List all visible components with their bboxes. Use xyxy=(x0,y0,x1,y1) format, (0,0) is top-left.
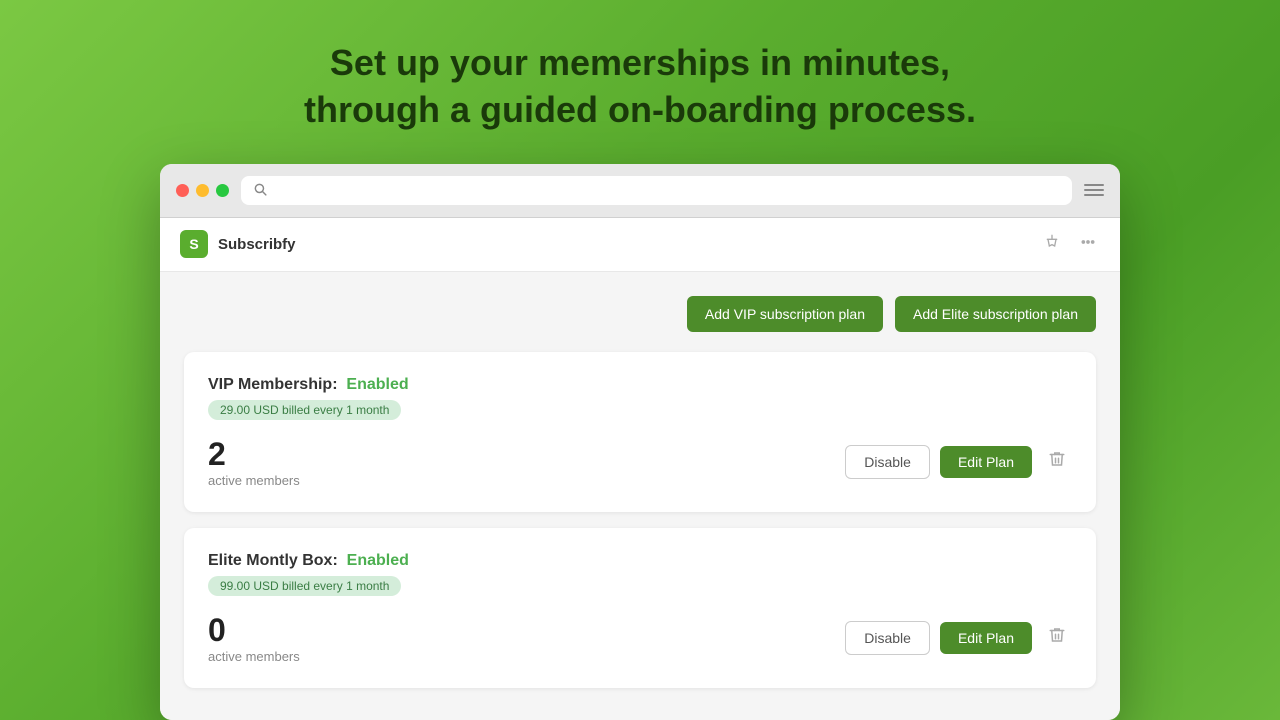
add-elite-button[interactable]: Add Elite subscription plan xyxy=(895,296,1096,332)
app-content: S Subscribfy xyxy=(160,218,1120,720)
elite-edit-button[interactable]: Edit Plan xyxy=(940,622,1032,654)
vip-plan-actions: Disable Edit Plan xyxy=(845,445,1072,479)
elite-plan-header: Elite Montly Box: Enabled 99.00 USD bill… xyxy=(208,552,1072,596)
browser-address-bar[interactable] xyxy=(241,176,1072,205)
action-buttons-bar: Add VIP subscription plan Add Elite subs… xyxy=(184,296,1096,332)
vip-plan-title: VIP Membership: Enabled xyxy=(208,376,1072,394)
elite-plan-badge: 99.00 USD billed every 1 month xyxy=(208,576,401,596)
app-header-actions xyxy=(1040,230,1100,259)
close-dot[interactable] xyxy=(176,184,189,197)
elite-member-label: active members xyxy=(208,649,300,664)
vip-member-count: 2 xyxy=(208,436,300,473)
elite-member-count: 0 xyxy=(208,612,300,649)
vip-member-label: active members xyxy=(208,473,300,488)
elite-plan-card: Elite Montly Box: Enabled 99.00 USD bill… xyxy=(184,528,1096,688)
elite-plan-actions: Disable Edit Plan xyxy=(845,621,1072,655)
elite-plan-status: Enabled xyxy=(347,552,409,569)
brand-icon: S xyxy=(180,230,208,258)
elite-plan-body: 0 active members Disable Edit Plan xyxy=(208,612,1072,664)
vip-plan-body: 2 active members Disable Edit Plan xyxy=(208,436,1072,488)
vip-edit-button[interactable]: Edit Plan xyxy=(940,446,1032,478)
vip-plan-status: Enabled xyxy=(346,376,408,393)
more-options-button[interactable] xyxy=(1076,230,1100,259)
elite-plan-title: Elite Montly Box: Enabled xyxy=(208,552,1072,570)
hero-line2: through a guided on-boarding process. xyxy=(304,89,976,130)
vip-plan-card: VIP Membership: Enabled 29.00 USD billed… xyxy=(184,352,1096,512)
app-brand: S Subscribfy xyxy=(180,230,296,258)
vip-plan-name: VIP Membership xyxy=(208,376,332,393)
brand-name: Subscribfy xyxy=(218,236,296,253)
vip-plan-badge: 29.00 USD billed every 1 month xyxy=(208,400,401,420)
maximize-dot[interactable] xyxy=(216,184,229,197)
vip-plan-header: VIP Membership: Enabled 29.00 USD billed… xyxy=(208,376,1072,420)
browser-chrome xyxy=(160,164,1120,218)
elite-disable-button[interactable]: Disable xyxy=(845,621,930,655)
elite-plan-members: 0 active members xyxy=(208,612,300,664)
pin-button[interactable] xyxy=(1040,230,1064,259)
app-header: S Subscribfy xyxy=(160,218,1120,272)
main-area: Add VIP subscription plan Add Elite subs… xyxy=(160,272,1120,720)
browser-window: S Subscribfy xyxy=(160,164,1120,720)
minimize-dot[interactable] xyxy=(196,184,209,197)
add-vip-button[interactable]: Add VIP subscription plan xyxy=(687,296,883,332)
traffic-lights xyxy=(176,184,229,197)
vip-delete-button[interactable] xyxy=(1042,446,1072,477)
vip-plan-members: 2 active members xyxy=(208,436,300,488)
hero-line1: Set up your memerships in minutes, xyxy=(330,42,950,83)
elite-delete-button[interactable] xyxy=(1042,622,1072,653)
vip-disable-button[interactable]: Disable xyxy=(845,445,930,479)
hero-section: Set up your memerships in minutes, throu… xyxy=(284,0,996,164)
search-icon xyxy=(253,182,267,199)
elite-plan-name: Elite Montly Box xyxy=(208,552,332,569)
hamburger-menu-icon[interactable] xyxy=(1084,184,1104,196)
